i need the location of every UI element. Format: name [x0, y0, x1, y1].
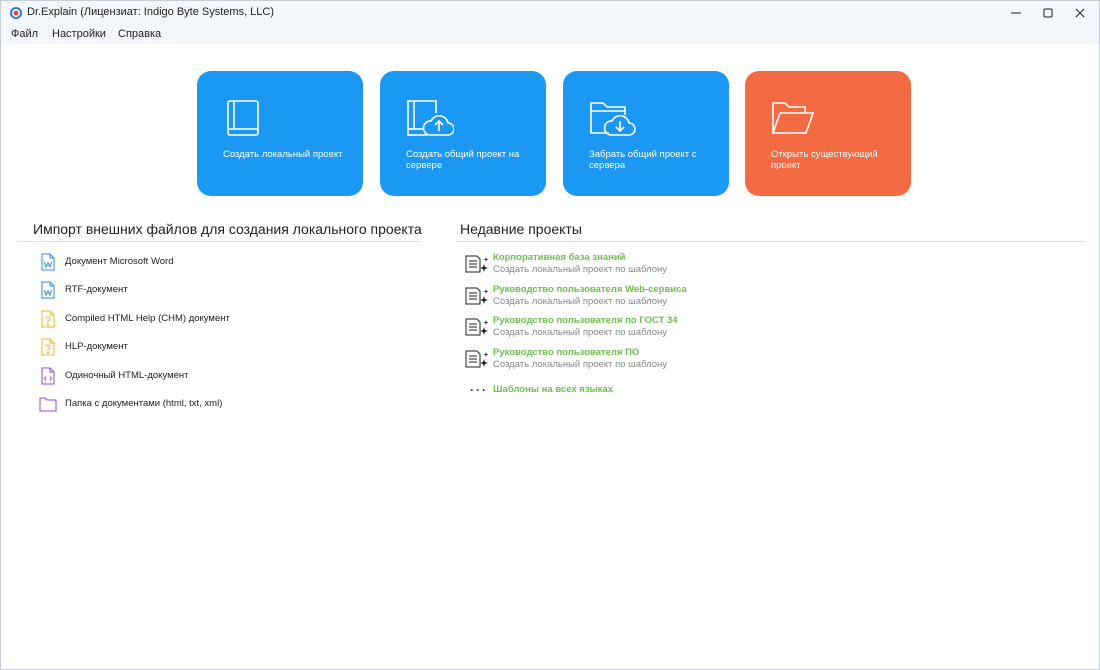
import-item-label: Compiled HTML Help (CHM) документ [65, 313, 230, 324]
title-bar: Dr.Explain (Лицензиат: Indigo Byte Syste… [1, 1, 1099, 25]
recent-section-title: Недавние проекты [460, 221, 582, 237]
more-dots-icon: ··· [470, 383, 488, 397]
create-local-project-tile[interactable]: Создать локальный проект [197, 71, 363, 196]
import-item-label: Документ Microsoft Word [65, 256, 174, 267]
app-logo-icon [10, 7, 22, 19]
maximize-button[interactable] [1033, 1, 1063, 25]
folder-icon [39, 397, 57, 412]
recent-project-name[interactable]: Руководство пользователя Web-сервиса [493, 284, 687, 295]
create-shared-project-tile[interactable]: Создать общий проект на сервере [380, 71, 546, 196]
word-doc-icon [41, 253, 55, 271]
close-icon [1075, 8, 1085, 18]
window-title: Dr.Explain (Лицензиат: Indigo Byte Syste… [27, 6, 275, 18]
menu-settings[interactable]: Настройки [52, 28, 106, 40]
chm-doc-icon [41, 310, 55, 328]
rtf-doc-icon [41, 281, 55, 299]
template-icon [465, 255, 489, 273]
minimize-button[interactable] [1001, 1, 1031, 25]
recent-project-item[interactable]: Корпоративная база знаний Создать локаль… [464, 252, 864, 280]
recent-project-item[interactable]: Руководство пользователя ПО Создать лока… [464, 347, 864, 375]
import-rtf-item[interactable]: RTF-документ [39, 280, 128, 300]
tile-label: Создать общий проект на сервере [406, 149, 520, 171]
folder-cloud-download-icon [590, 102, 636, 136]
more-link-label[interactable]: Шаблоны на всех языках [493, 384, 613, 395]
import-section-title: Импорт внешних файлов для создания локал… [33, 221, 422, 237]
import-hlp-item[interactable]: HLP-документ [39, 337, 128, 357]
close-button[interactable] [1065, 1, 1095, 25]
recent-divider [456, 241, 1086, 242]
maximize-icon [1043, 8, 1053, 18]
recent-project-item[interactable]: Руководство пользователя по ГОСТ 34 Созд… [464, 315, 864, 343]
import-folder-item[interactable]: Папка с документами (html, txt, xml) [39, 394, 222, 414]
import-chm-item[interactable]: Compiled HTML Help (CHM) документ [39, 309, 230, 329]
import-html-item[interactable]: Одиночный HTML-документ [39, 366, 189, 386]
menu-file[interactable]: Файл [11, 28, 38, 40]
template-icon [465, 350, 489, 368]
recent-project-desc: Создать локальный проект по шаблону [493, 264, 668, 275]
recent-project-name[interactable]: Корпоративная база знаний [493, 252, 626, 263]
import-divider [17, 241, 421, 242]
recent-project-desc: Создать локальный проект по шаблону [493, 359, 668, 370]
tile-label: Забрать общий проект с сервера [589, 149, 697, 171]
template-icon [465, 318, 489, 336]
tile-label: Создать локальный проект [223, 149, 343, 160]
all-languages-templates-link[interactable]: ··· Шаблоны на всех языках [464, 383, 764, 397]
minimize-icon [1011, 12, 1021, 14]
open-existing-project-tile[interactable]: Открыть существующий проект [745, 71, 911, 196]
recent-project-desc: Создать локальный проект по шаблону [493, 327, 668, 338]
html-doc-icon [41, 367, 55, 385]
fetch-shared-project-tile[interactable]: Забрать общий проект с сервера [563, 71, 729, 196]
book-cloud-upload-icon [407, 100, 454, 136]
import-item-label: Папка с документами (html, txt, xml) [65, 398, 223, 409]
recent-project-name[interactable]: Руководство пользователя ПО [493, 347, 639, 358]
import-item-label: RTF-документ [65, 284, 128, 295]
hlp-doc-icon [41, 338, 55, 356]
open-folder-icon [771, 102, 815, 134]
template-icon [465, 287, 489, 305]
recent-project-desc: Создать локальный проект по шаблону [493, 296, 668, 307]
import-item-label: Одиночный HTML-документ [65, 370, 189, 381]
import-item-label: HLP-документ [65, 341, 128, 352]
recent-project-name[interactable]: Руководство пользователя по ГОСТ 34 [493, 315, 678, 326]
import-word-item[interactable]: Документ Microsoft Word [39, 252, 173, 272]
recent-project-item[interactable]: Руководство пользователя Web-сервиса Соз… [464, 284, 864, 312]
menu-help[interactable]: Справка [118, 28, 161, 40]
menu-bar: Файл Настройки Справка [1, 25, 1099, 44]
tile-label: Открыть существующий проект [771, 149, 878, 171]
app-window: Dr.Explain (Лицензиат: Indigo Byte Syste… [0, 0, 1100, 670]
book-icon [227, 100, 259, 136]
